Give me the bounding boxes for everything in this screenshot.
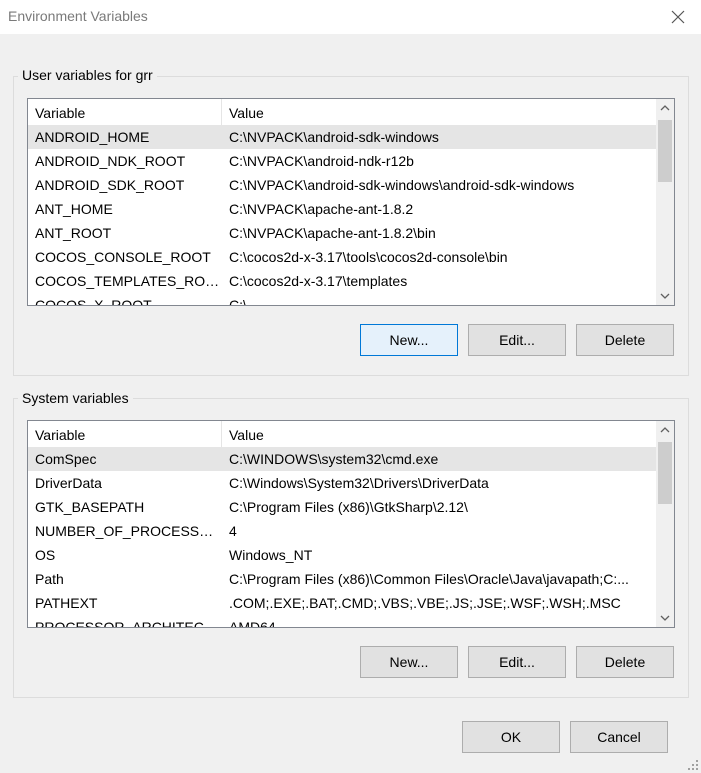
close-button[interactable]: [655, 0, 701, 34]
variable-name-cell: PATHEXT: [35, 595, 98, 611]
list-header: Variable Value: [28, 99, 656, 125]
scroll-down-icon[interactable]: [656, 287, 674, 305]
variable-name-cell: ANDROID_NDK_ROOT: [35, 153, 186, 169]
variable-value-cell: C:\cocos2d-x-3.17\templates: [229, 273, 408, 289]
table-row[interactable]: ComSpec C:\WINDOWS\system32\cmd.exe: [28, 447, 656, 471]
scroll-thumb[interactable]: [658, 442, 672, 504]
variable-value-cell: C:\Windows\System32\Drivers\DriverData: [229, 475, 489, 491]
column-header-variable[interactable]: Variable: [28, 421, 222, 447]
table-row[interactable]: PATHEXT .COM;.EXE;.BAT;.CMD;.VBS;.VBE;.JS…: [28, 591, 656, 615]
variable-name-cell: OS: [35, 547, 56, 563]
variable-name-cell: ANDROID_HOME: [35, 129, 150, 145]
variable-name-cell: Path: [35, 571, 64, 587]
table-row[interactable]: ANDROID_NDK_ROOT C:\NVPACK\android-ndk-r1…: [28, 149, 656, 173]
scroll-down-icon[interactable]: [656, 609, 674, 627]
table-row[interactable]: COCOS_X_ROOT C:\: [28, 293, 656, 305]
column-header-value[interactable]: Value: [222, 99, 656, 125]
user-variables-label: User variables for grr: [18, 67, 157, 83]
variable-value-cell: C:\cocos2d-x-3.17\tools\cocos2d-console\…: [229, 249, 508, 265]
title-bar: Environment Variables: [0, 0, 701, 34]
column-header-value[interactable]: Value: [222, 421, 656, 447]
table-row[interactable]: ANT_HOME C:\NVPACK\apache-ant-1.8.2: [28, 197, 656, 221]
cancel-button[interactable]: Cancel: [570, 721, 668, 753]
variable-name-cell: ComSpec: [35, 451, 97, 467]
variable-name-cell: ANT_HOME: [35, 201, 113, 217]
variable-value-cell: AMD64: [229, 619, 276, 627]
scroll-up-icon[interactable]: [656, 99, 674, 117]
variable-value-cell: .COM;.EXE;.BAT;.CMD;.VBS;.VBE;.JS;.JSE;.…: [229, 595, 621, 611]
variable-name-cell: GTK_BASEPATH: [35, 499, 145, 515]
variable-name-cell: DriverData: [35, 475, 102, 491]
table-row[interactable]: NUMBER_OF_PROCESSORS 4: [28, 519, 656, 543]
variable-name-cell: COCOS_TEMPLATES_ROOT: [35, 273, 222, 289]
table-row[interactable]: COCOS_TEMPLATES_ROOT C:\cocos2d-x-3.17\te…: [28, 269, 656, 293]
variable-name-cell: COCOS_CONSOLE_ROOT: [35, 249, 211, 265]
variable-name-cell: COCOS_X_ROOT: [35, 297, 152, 305]
variable-value-cell: Windows_NT: [229, 547, 313, 563]
table-row[interactable]: DriverData C:\Windows\System32\Drivers\Dr…: [28, 471, 656, 495]
resize-grip-icon[interactable]: [687, 759, 699, 771]
variable-value-cell: C:\NVPACK\apache-ant-1.8.2: [229, 201, 414, 217]
scroll-up-icon[interactable]: [656, 421, 674, 439]
variable-name-cell: NUMBER_OF_PROCESSORS: [35, 523, 222, 539]
variable-value-cell: C:\NVPACK\android-sdk-windows: [229, 129, 439, 145]
variable-value-cell: C:\WINDOWS\system32\cmd.exe: [229, 451, 439, 467]
system-new-button[interactable]: New...: [360, 646, 458, 678]
column-header-variable[interactable]: Variable: [28, 99, 222, 125]
user-variables-rows: ANDROID_HOME C:\NVPACK\android-sdk-window…: [28, 125, 656, 305]
variable-name-cell: ANDROID_SDK_ROOT: [35, 177, 185, 193]
user-edit-button[interactable]: Edit...: [468, 324, 566, 356]
user-new-button[interactable]: New...: [360, 324, 458, 356]
list-header: Variable Value: [28, 421, 656, 447]
system-variables-label: System variables: [18, 390, 133, 406]
close-icon: [671, 10, 685, 24]
ok-button[interactable]: OK: [462, 721, 560, 753]
table-row[interactable]: ANDROID_SDK_ROOT C:\NVPACK\android-sdk-wi…: [28, 173, 656, 197]
table-row[interactable]: PROCESSOR_ARCHITECTURE AMD64: [28, 615, 656, 627]
system-edit-button[interactable]: Edit...: [468, 646, 566, 678]
table-row[interactable]: GTK_BASEPATH C:\Program Files (x86)\GtkSh…: [28, 495, 656, 519]
variable-value-cell: C:\NVPACK\android-sdk-windows\android-sd…: [229, 177, 575, 193]
window-title: Environment Variables: [8, 8, 148, 24]
variable-value-cell: C:\NVPACK\android-ndk-r12b: [229, 153, 414, 169]
variable-value-cell: C:\Program Files (x86)\GtkSharp\2.12\: [229, 499, 468, 515]
variable-value-cell: 4: [229, 523, 237, 539]
table-row[interactable]: Path C:\Program Files (x86)\Common Files\…: [28, 567, 656, 591]
table-row[interactable]: COCOS_CONSOLE_ROOT C:\cocos2d-x-3.17\tool…: [28, 245, 656, 269]
table-row[interactable]: ANDROID_HOME C:\NVPACK\android-sdk-window…: [28, 125, 656, 149]
variable-name-cell: PROCESSOR_ARCHITECTURE: [35, 619, 222, 627]
table-row[interactable]: OS Windows_NT: [28, 543, 656, 567]
variable-name-cell: ANT_ROOT: [35, 225, 112, 241]
system-delete-button[interactable]: Delete: [576, 646, 674, 678]
user-variables-list[interactable]: Variable Value ANDROID_HOME C:\NVPACK\and…: [27, 98, 675, 306]
variable-value-cell: C:\Program Files (x86)\Common Files\Orac…: [229, 571, 629, 587]
scroll-thumb[interactable]: [658, 120, 672, 182]
system-variables-list[interactable]: Variable Value ComSpec C:\WINDOWS\system3…: [27, 420, 675, 628]
vertical-scrollbar[interactable]: [656, 421, 674, 627]
variable-value-cell: C:\NVPACK\apache-ant-1.8.2\bin: [229, 225, 436, 241]
user-delete-button[interactable]: Delete: [576, 324, 674, 356]
table-row[interactable]: ANT_ROOT C:\NVPACK\apache-ant-1.8.2\bin: [28, 221, 656, 245]
variable-value-cell: C:\: [229, 297, 247, 305]
system-variables-rows: ComSpec C:\WINDOWS\system32\cmd.exe Driver…: [28, 447, 656, 627]
vertical-scrollbar[interactable]: [656, 99, 674, 305]
